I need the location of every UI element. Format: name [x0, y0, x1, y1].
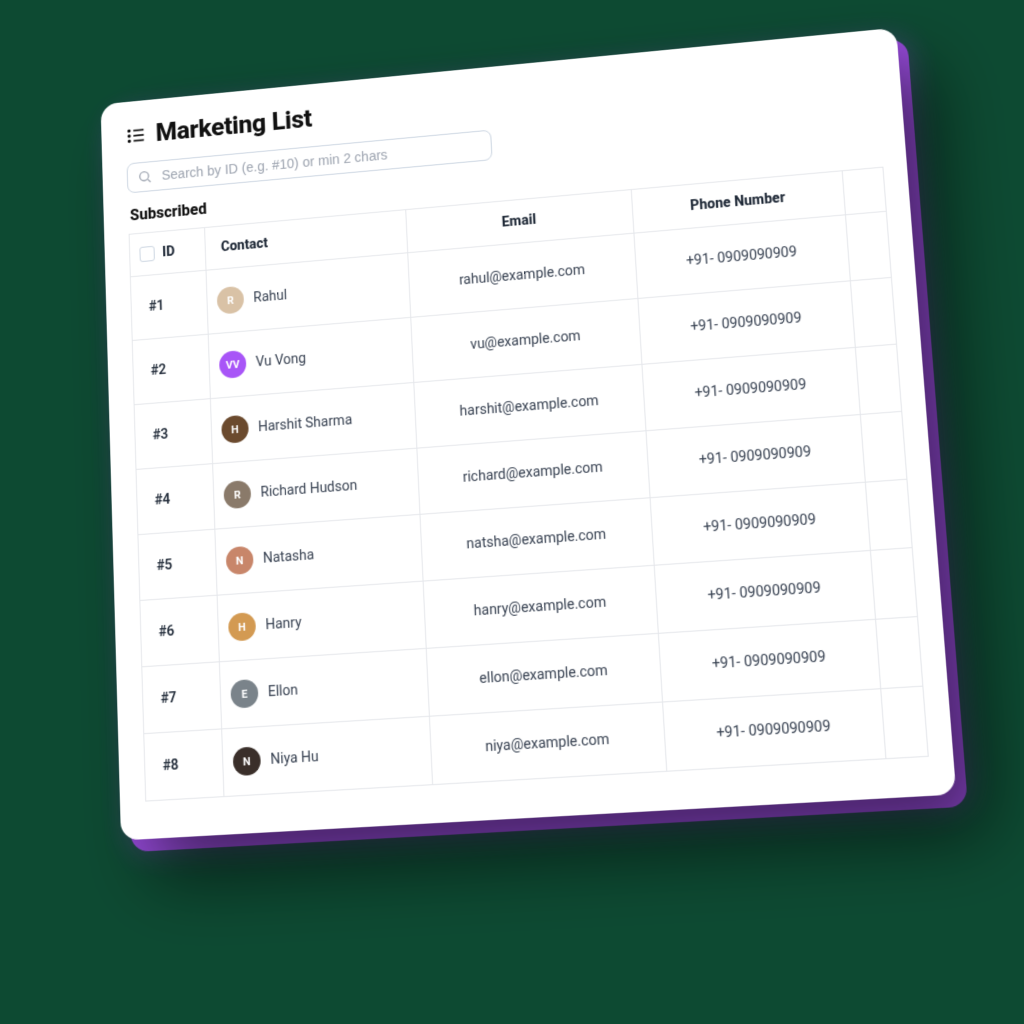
- row-id: #5: [138, 529, 217, 600]
- row-tail: [845, 211, 891, 281]
- row-tail: [855, 344, 901, 414]
- avatar: R: [223, 480, 251, 509]
- marketing-list-panel: Marketing List Subscribed ID: [101, 28, 957, 841]
- row-phone: +91- 0909090909: [658, 619, 880, 702]
- row-id: #1: [130, 270, 208, 340]
- contact-name: Natasha: [263, 547, 315, 566]
- avatar: H: [228, 612, 256, 642]
- row-email: niya@example.com: [429, 702, 666, 785]
- row-tail: [865, 479, 912, 550]
- avatar: VV: [219, 350, 247, 379]
- row-contact: N Niya Hu: [222, 716, 433, 796]
- panel-header: Marketing List: [125, 51, 873, 150]
- row-tail: [860, 411, 907, 482]
- contact-name: Richard Hudson: [260, 478, 357, 501]
- row-tail: [870, 548, 917, 620]
- row-tail: [876, 617, 923, 689]
- row-id: #2: [132, 334, 210, 405]
- contact-name: Harshit Sharma: [258, 412, 353, 435]
- select-all-checkbox[interactable]: [139, 246, 155, 262]
- contact-name: Hanry: [265, 615, 302, 633]
- avatar: R: [217, 286, 245, 315]
- row-id: #8: [144, 729, 224, 801]
- avatar: N: [226, 546, 254, 576]
- row-phone: +91- 0909090909: [663, 689, 886, 772]
- row-tail: [850, 277, 896, 347]
- avatar: E: [230, 679, 258, 709]
- contact-name: Niya Hu: [270, 749, 319, 768]
- row-contact: E Ellon: [219, 648, 429, 729]
- page-title: Marketing List: [155, 105, 312, 148]
- list-icon: [125, 124, 146, 146]
- avatar: H: [221, 415, 249, 444]
- row-id: #7: [142, 662, 222, 734]
- row-tail: [881, 686, 929, 759]
- search-input[interactable]: [160, 137, 482, 184]
- row-id: #6: [140, 595, 220, 667]
- contacts-table: ID Contact Email Phone Number #1RRahulra…: [129, 167, 929, 802]
- col-tail: [842, 167, 886, 215]
- row-id: #4: [136, 464, 215, 535]
- contact-name: Vu Vong: [255, 351, 306, 371]
- avatar: N: [233, 746, 262, 776]
- contact-name: Ellon: [268, 682, 299, 700]
- col-id-label: ID: [162, 244, 175, 260]
- contact-name: Rahul: [253, 288, 287, 306]
- search-icon: [137, 169, 152, 185]
- row-id: #3: [134, 399, 213, 470]
